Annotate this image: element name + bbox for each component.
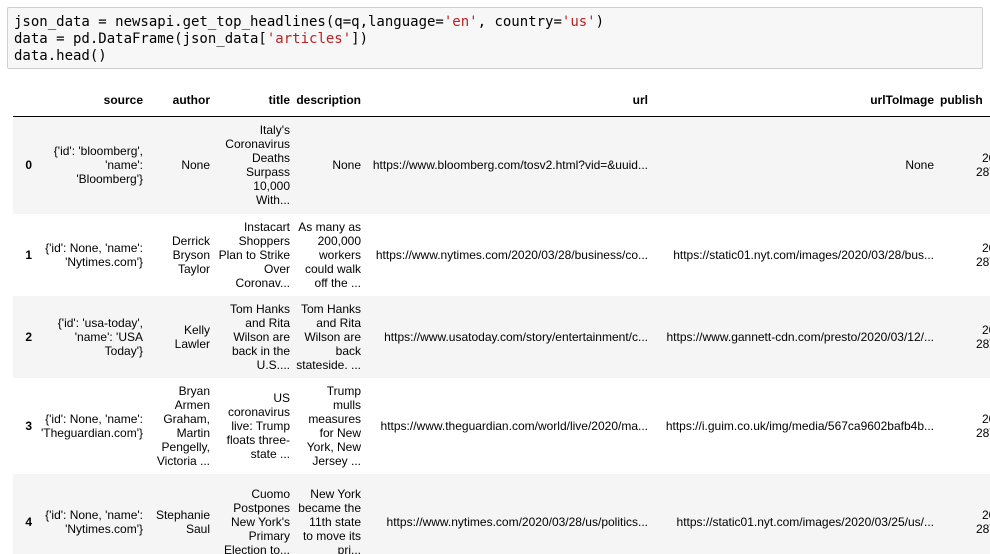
cell-published: 2020-03-28T18:4... <box>975 411 990 440</box>
cell-author: Bryan Armen Graham, Martin Pengelly, Vic… <box>156 383 210 468</box>
table-row: 0 {'id': 'bloomberg', 'name': 'Bloomberg… <box>13 116 990 214</box>
column-header-source: source <box>35 84 146 117</box>
cell-url: https://www.theguardian.com/world/live/2… <box>380 418 648 433</box>
cell-published: 2020-03-28T19:2... <box>975 322 990 351</box>
cell-urltoimage: https://static01.nyt.com/images/2020/03/… <box>673 247 934 262</box>
row-index: 0 <box>25 158 32 173</box>
table-row: 2 {'id': 'usa-today', 'name': 'USA Today… <box>13 295 990 378</box>
cell-url: https://www.bloomberg.com/tosv2.html?vid… <box>372 158 648 173</box>
code-string: 'en' <box>443 14 478 30</box>
table-row: 3 {'id': None, 'name': 'Theguardian.com'… <box>13 377 990 474</box>
cell-title: Italy's Coronavirus Deaths Surpass 10,00… <box>225 123 290 208</box>
cell-url: https://www.nytimes.com/2020/03/28/us/po… <box>386 514 648 529</box>
code-string: 'us' <box>561 14 596 30</box>
column-header-description: description <box>293 84 364 117</box>
cell-author: Kelly Lawler <box>174 322 210 351</box>
row-index: 1 <box>25 247 32 262</box>
cell-title: Tom Hanks and Rita Wilson are back in th… <box>229 301 290 372</box>
code-line-2: data = pd.DataFrame(json_data['articles'… <box>14 31 368 48</box>
dataframe-table: source author title description url urlT… <box>13 84 990 554</box>
cell-description: Trump mulls measures for New York, New J… <box>306 383 361 468</box>
code-line-1: json_data = newsapi.get_top_headlines(q=… <box>14 14 604 31</box>
cell-urltoimage: https://static01.nyt.com/images/2020/03/… <box>676 514 934 529</box>
column-header-index <box>13 84 35 117</box>
code-string: 'articles' <box>266 31 352 47</box>
cell-source: {'id': None, 'name': 'Nytimes.com'} <box>45 240 143 269</box>
cell-title: US coronavirus live: Trump floats three-… <box>226 390 290 461</box>
column-header-urltoimage: urlToImage <box>651 84 937 117</box>
code-text: , country= <box>477 14 562 30</box>
cell-description: None <box>332 158 361 173</box>
code-text: ) <box>595 14 605 30</box>
cell-description: As many as 200,000 workers could walk of… <box>298 219 361 290</box>
cell-published: 2020-03-28T18:2... <box>975 507 990 536</box>
cell-urltoimage: https://www.gannett-cdn.com/presto/2020/… <box>666 329 935 344</box>
cell-url: https://www.nytimes.com/2020/03/28/busin… <box>375 247 648 262</box>
cell-author: Stephanie Saul <box>155 507 210 536</box>
cell-source: {'id': None, 'name': 'Theguardian.com'} <box>41 411 143 440</box>
cell-title: Instacart Shoppers Plan to Strike Over C… <box>218 219 290 290</box>
row-index: 3 <box>25 418 32 433</box>
code-text: json_data = newsapi.get_top_headlines(q=… <box>14 14 444 30</box>
column-header-title: title <box>213 84 293 117</box>
cell-urltoimage: None <box>905 158 934 173</box>
code-text: data = pd.DataFrame(json_data[ <box>14 31 267 47</box>
code-text: data.head() <box>14 48 107 64</box>
cell-author: Derrick Bryson Taylor <box>172 233 210 276</box>
cell-title: Cuomo Postpones New York's Primary Elect… <box>223 486 290 554</box>
cell-source: {'id': None, 'name': 'Nytimes.com'} <box>45 507 143 536</box>
dataframe-output: source author title description url urlT… <box>13 84 990 554</box>
header-row: source author title description url urlT… <box>13 84 990 117</box>
cell-author: None <box>181 158 210 173</box>
cell-description: New York became the 11th state to move i… <box>298 486 361 554</box>
code-text: ]) <box>351 31 369 47</box>
code-cell[interactable]: json_data = newsapi.get_top_headlines(q=… <box>7 7 983 69</box>
code-line-3: data.head() <box>14 48 107 65</box>
table-row: 4 {'id': None, 'name': 'Nytimes.com'} St… <box>13 473 990 554</box>
cell-source: {'id': 'usa-today', 'name': 'USA Today'} <box>57 315 143 358</box>
cell-source: {'id': 'bloomberg', 'name': 'Bloomberg'} <box>53 144 143 187</box>
row-index: 4 <box>25 514 32 529</box>
column-header-published: publish <box>937 84 990 117</box>
row-index: 2 <box>25 329 32 344</box>
cell-published: 2020-03-28T20:1... <box>975 151 990 180</box>
cell-published: 2020-03-28T19:4... <box>975 240 990 269</box>
cell-url: https://www.usatoday.com/story/entertain… <box>384 329 648 344</box>
cell-description: Tom Hanks and Rita Wilson are back state… <box>296 301 361 372</box>
table-row: 1 {'id': None, 'name': 'Nytimes.com'} De… <box>13 213 990 296</box>
column-header-author: author <box>146 84 213 117</box>
column-header-url: url <box>364 84 651 117</box>
cell-urltoimage: https://i.guim.co.uk/img/media/567ca9602… <box>665 418 934 433</box>
